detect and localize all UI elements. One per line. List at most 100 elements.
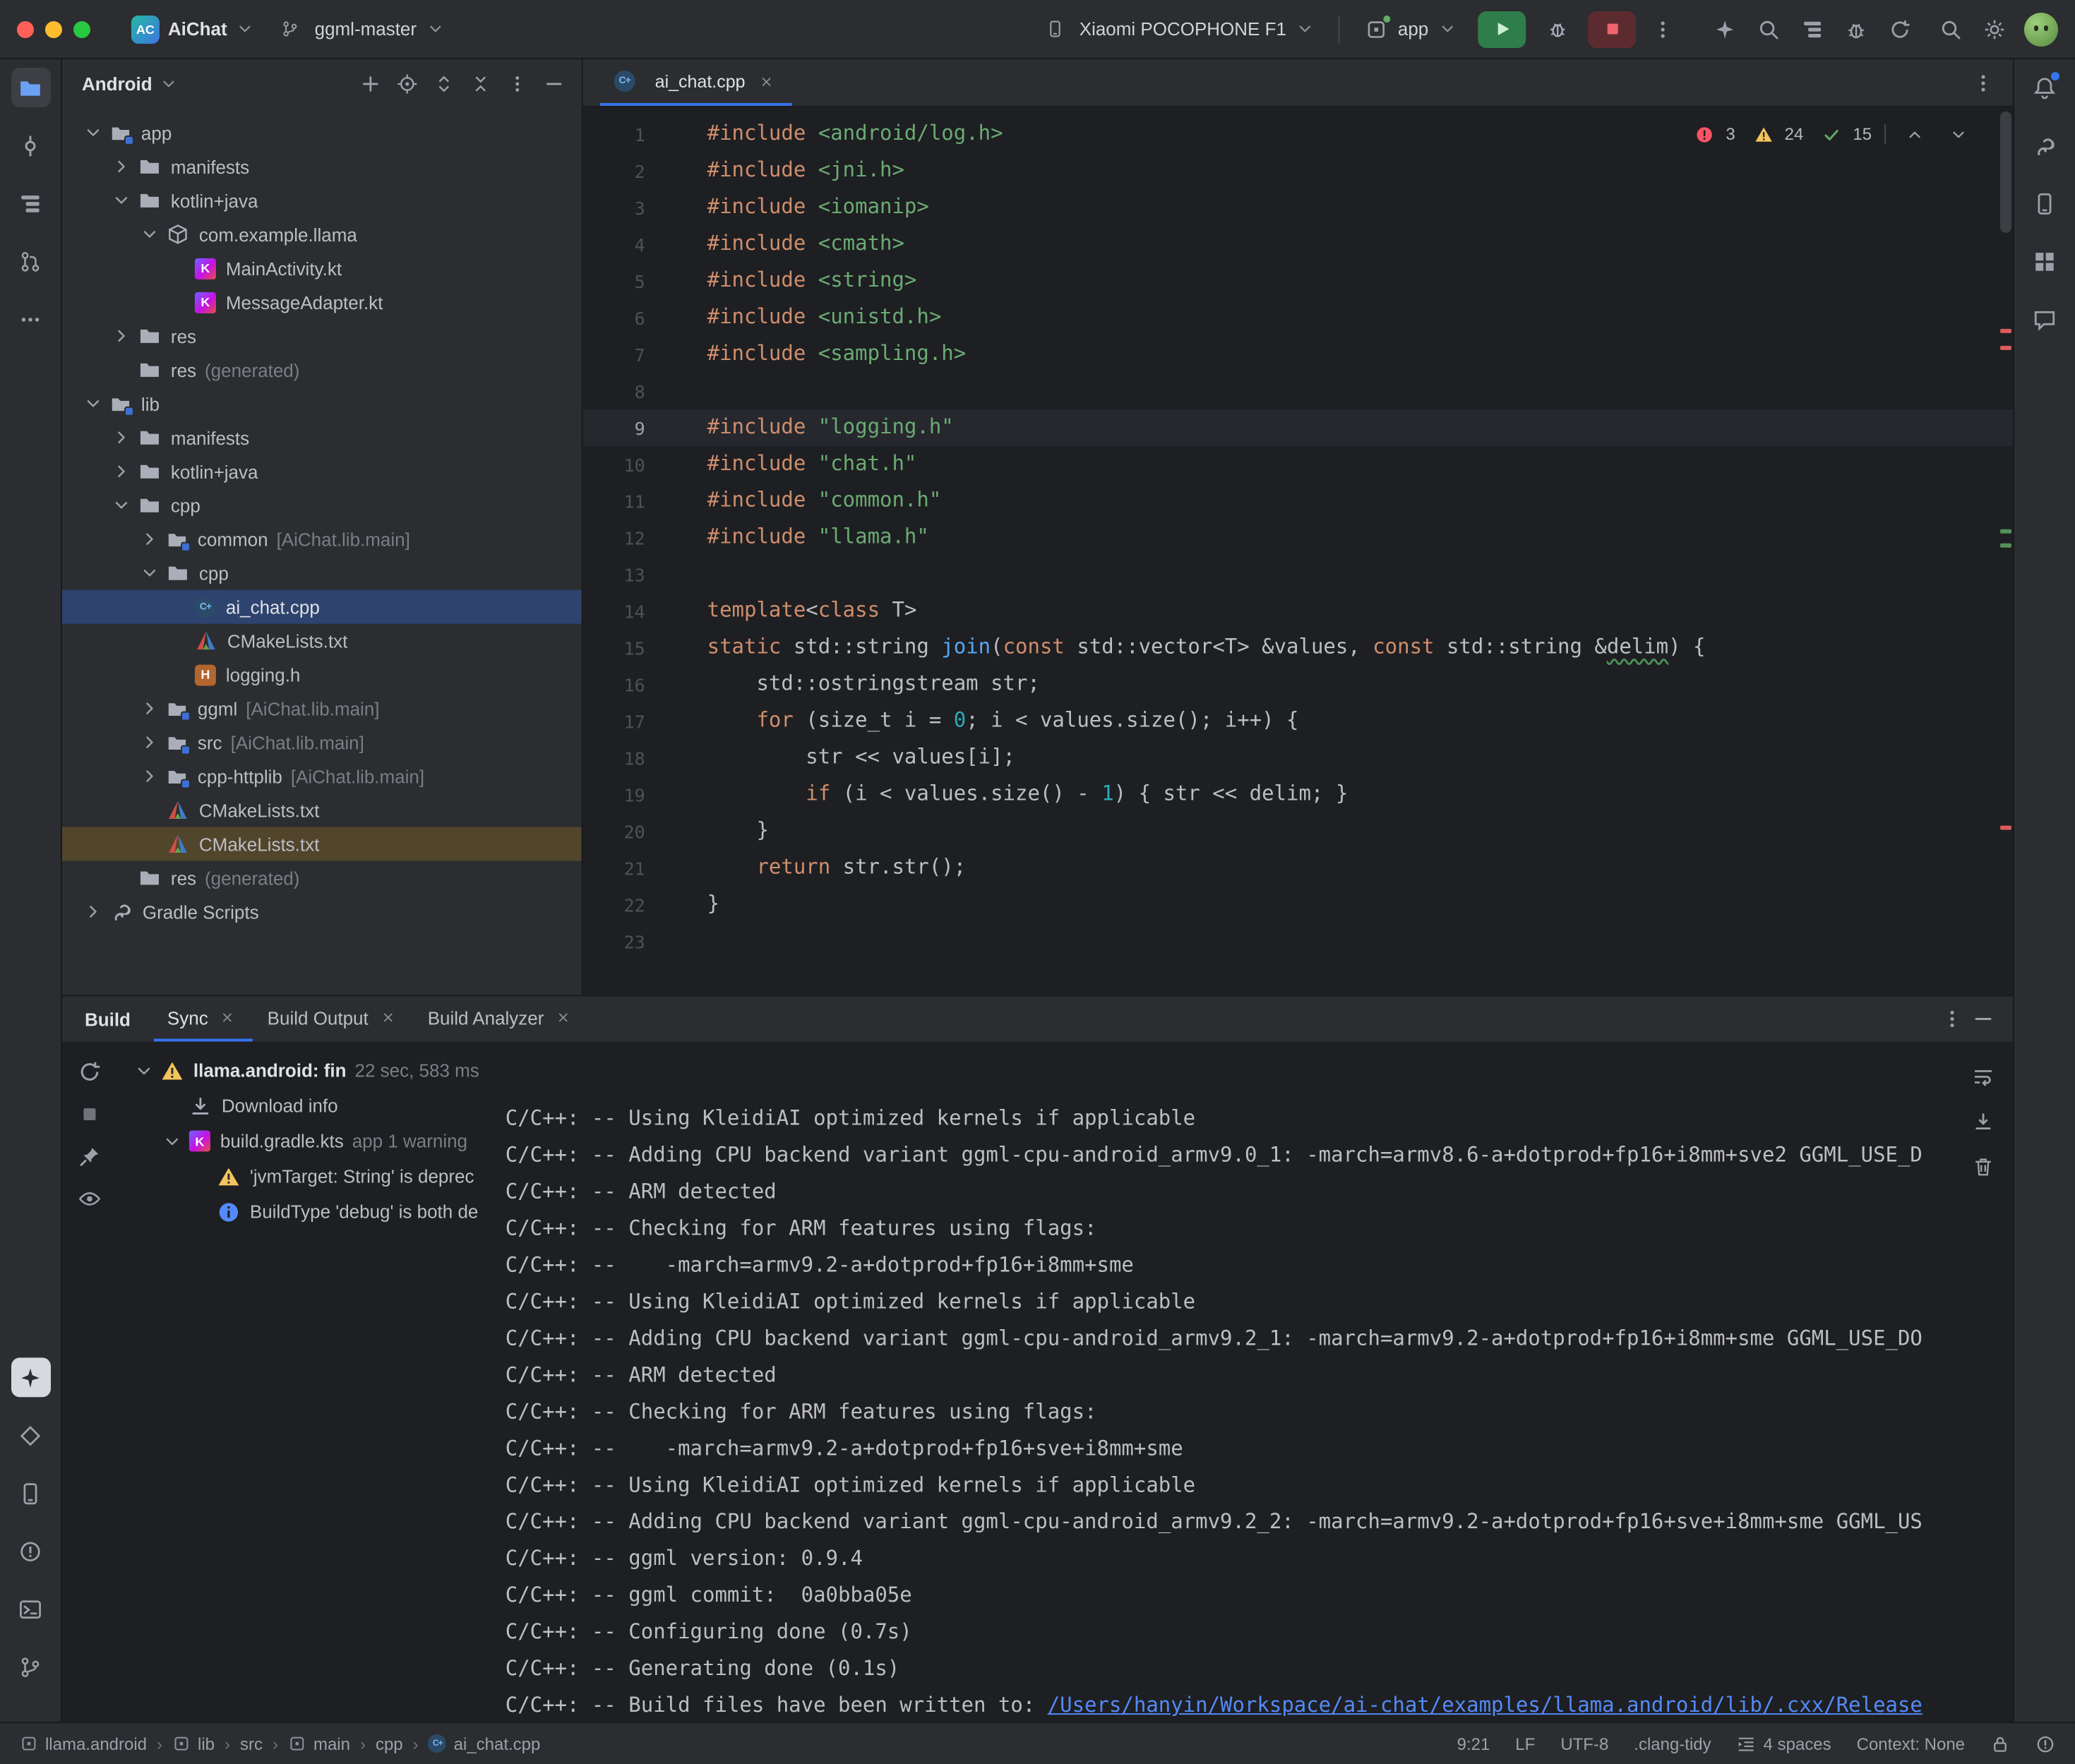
tree-item-cpp[interactable]: cpp xyxy=(62,556,582,590)
tab-ai_chat-cpp[interactable]: C+ ai_chat.cpp xyxy=(600,59,792,106)
build-tab-build-analyzer[interactable]: Build Analyzer xyxy=(414,997,590,1042)
hide-build-panel-icon[interactable] xyxy=(1968,1004,1999,1035)
code-line[interactable]: 17 for (size_t i = 0; i < values.size();… xyxy=(583,703,2013,740)
project-selector[interactable]: AC AiChat xyxy=(121,9,265,49)
settings-icon[interactable] xyxy=(1979,13,2010,44)
tree-arrow[interactable] xyxy=(82,901,104,923)
profiler-icon[interactable] xyxy=(1841,13,1872,44)
tree-item-res[interactable]: res(generated) xyxy=(62,353,582,387)
soft-wrap-icon[interactable] xyxy=(1968,1061,1999,1092)
layout-inspector-button[interactable] xyxy=(2025,241,2064,281)
close-window-button[interactable] xyxy=(17,20,34,37)
zoom-window-button[interactable] xyxy=(73,20,90,37)
tree-item-cmakelists-txt[interactable]: CMakeLists.txt xyxy=(62,827,582,861)
editor-scrollbar[interactable] xyxy=(1999,107,2013,995)
version-control-button[interactable] xyxy=(11,1647,50,1686)
todo-icon[interactable] xyxy=(1797,13,1828,44)
code-line[interactable]: 8 xyxy=(583,373,2013,409)
code-line[interactable]: 15static std::string join(const std::vec… xyxy=(583,630,2013,666)
project-view-selector[interactable]: Android xyxy=(82,73,179,94)
code-line[interactable]: 12#include "llama.h" xyxy=(583,520,2013,556)
tree-arrow[interactable] xyxy=(133,1059,155,1081)
locate-file-icon[interactable] xyxy=(390,66,424,100)
search-everywhere-icon[interactable] xyxy=(1935,13,1966,44)
code-line[interactable]: 20 } xyxy=(583,813,2013,850)
stop-button[interactable] xyxy=(1588,11,1636,47)
code-line[interactable]: 4#include <cmath> xyxy=(583,226,2013,263)
code-line[interactable]: 16 std::ostringstream str; xyxy=(583,666,2013,703)
problems-button[interactable] xyxy=(11,1531,50,1571)
expand-all-icon[interactable] xyxy=(426,66,460,100)
more-run-actions-icon[interactable] xyxy=(1647,13,1678,44)
commit-button[interactable] xyxy=(11,126,50,165)
app-insights-button[interactable] xyxy=(2025,299,2064,339)
assistant-button[interactable] xyxy=(11,1357,50,1397)
collapse-all-icon[interactable] xyxy=(463,66,497,100)
stripe-mark-added[interactable] xyxy=(2000,544,2011,548)
build-variants-button[interactable] xyxy=(11,1415,50,1455)
status-indentation[interactable]: 4 spaces xyxy=(1737,1734,1831,1753)
inspect-code-icon[interactable] xyxy=(1753,13,1784,44)
tree-item-cpp[interactable]: cpp xyxy=(62,488,582,522)
inspections-widget[interactable]: 3 24 15 xyxy=(1689,119,1973,150)
code-line[interactable]: 14template<class T> xyxy=(583,593,2013,630)
tree-item-build-gradle-kts[interactable]: Kbuild.gradle.ktsapp 1 warning xyxy=(116,1123,480,1158)
tree-arrow[interactable] xyxy=(110,325,133,347)
stripe-mark-error[interactable] xyxy=(2000,345,2011,349)
status-context[interactable]: Context: None xyxy=(1857,1734,1965,1753)
code-line[interactable]: 13 xyxy=(583,556,2013,593)
tree-arrow[interactable] xyxy=(138,562,161,584)
scrollbar-thumb[interactable] xyxy=(2000,112,2011,233)
device-manager-button[interactable] xyxy=(2025,184,2064,223)
prev-problem-icon[interactable] xyxy=(1898,119,1930,150)
tree-item-mainactivity-kt[interactable]: KMainActivity.kt xyxy=(62,251,582,285)
options-icon[interactable] xyxy=(500,66,534,100)
close-tab-icon[interactable] xyxy=(755,70,778,92)
close-tab-icon[interactable] xyxy=(377,1007,400,1029)
stripe-mark-error[interactable] xyxy=(2000,329,2011,333)
breadcrumb-lib[interactable]: lib xyxy=(172,1734,215,1753)
tree-item-kotlin-java[interactable]: kotlin+java xyxy=(62,184,582,217)
more-button[interactable] xyxy=(11,299,50,339)
next-problem-icon[interactable] xyxy=(1942,119,1973,150)
tree-arrow[interactable] xyxy=(138,528,161,551)
code-line[interactable]: 7#include <sampling.h> xyxy=(583,336,2013,373)
console-link[interactable]: /Users/hanyin/Workspace/ai-chat/examples… xyxy=(1048,1695,1922,1717)
status-caret-position[interactable]: 9:21 xyxy=(1457,1734,1490,1753)
stop-sync-button[interactable] xyxy=(71,1095,107,1132)
breadcrumb-llama-android[interactable]: llama.android xyxy=(20,1734,147,1753)
editor-body[interactable]: 1#include <android/log.h>2#include <jni.… xyxy=(583,107,2013,995)
sync-project-icon[interactable] xyxy=(1884,13,1915,44)
code-line[interactable]: 18 str << values[i]; xyxy=(583,740,2013,776)
tree-item-res[interactable]: res xyxy=(62,319,582,353)
tree-item-lib[interactable]: lib xyxy=(62,387,582,421)
tree-arrow[interactable] xyxy=(110,460,133,483)
structure-button[interactable] xyxy=(11,184,50,223)
rerun-sync-button[interactable] xyxy=(71,1052,107,1089)
errors-count[interactable]: 3 xyxy=(1689,119,1735,150)
tree-arrow[interactable] xyxy=(161,1129,184,1152)
build-tab-sync[interactable]: Sync xyxy=(153,997,253,1042)
build-tab-build-output[interactable]: Build Output xyxy=(253,997,414,1042)
code-line[interactable]: 5#include <string> xyxy=(583,263,2013,299)
tree-item-buildtype-debug-is-both-de[interactable]: BuildType 'debug' is both de xyxy=(116,1194,480,1229)
build-console[interactable]: C/C++: -- Using KleidiAI optimized kerne… xyxy=(480,1041,2013,1722)
tree-arrow[interactable] xyxy=(138,731,161,754)
status-ide-messages[interactable] xyxy=(2035,1734,2055,1753)
code-line[interactable]: 2#include <jni.h> xyxy=(583,152,2013,189)
tree-arrow[interactable] xyxy=(82,121,104,144)
tree-item-app[interactable]: app xyxy=(62,116,582,150)
clear-all-icon[interactable] xyxy=(1968,1151,1999,1182)
breadcrumb-src[interactable]: src xyxy=(240,1734,263,1753)
tree-item-jvmtarget-string-is-deprec[interactable]: 'jvmTarget: String' is deprec xyxy=(116,1158,480,1194)
tree-item-kotlin-java[interactable]: kotlin+java xyxy=(62,455,582,488)
gradle-button[interactable] xyxy=(2025,126,2064,165)
device-selector[interactable]: Xiaomi POCOPHONE F1 xyxy=(1030,8,1324,50)
device-mirror-button[interactable] xyxy=(11,1473,50,1513)
tree-arrow[interactable] xyxy=(138,697,161,720)
scroll-to-end-icon[interactable] xyxy=(1968,1106,1999,1137)
code-line[interactable]: 11#include "common.h" xyxy=(583,483,2013,520)
build-options-icon[interactable] xyxy=(1937,1004,1968,1035)
code-line[interactable]: 19 if (i < values.size() - 1) { str << d… xyxy=(583,776,2013,813)
tree-item-manifests[interactable]: manifests xyxy=(62,150,582,184)
